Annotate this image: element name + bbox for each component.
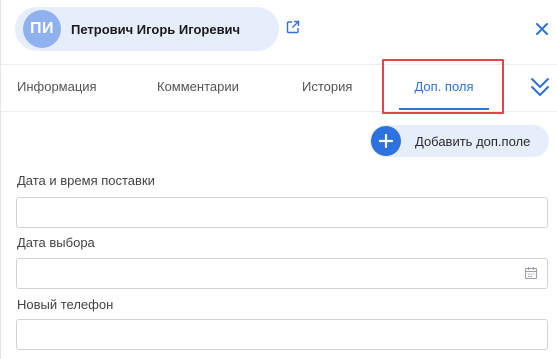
calendar-icon[interactable] (524, 266, 538, 280)
avatar: ПИ (23, 10, 61, 48)
plus-icon (371, 126, 401, 156)
contact-chip[interactable]: ПИ Петрович Игорь Игоревич (15, 7, 279, 51)
close-icon[interactable] (534, 21, 550, 37)
new-phone-label: Новый телефон (17, 297, 114, 312)
active-tab-indicator (399, 108, 489, 110)
tab-extra-fields[interactable]: Доп. поля (399, 65, 489, 111)
card-header: ПИ Петрович Игорь Игоревич (1, 0, 557, 64)
selection-date-input[interactable] (16, 258, 548, 289)
delivery-datetime-input[interactable] (16, 197, 548, 228)
delivery-datetime-label: Дата и время поставки (17, 173, 155, 188)
selection-date-label: Дата выбора (17, 235, 95, 250)
tab-information[interactable]: Информация (17, 65, 97, 111)
contact-card-panel: ПИ Петрович Игорь Игоревич Информация Ко… (0, 0, 557, 359)
tab-comments[interactable]: Комментарии (157, 65, 239, 111)
contact-name: Петрович Игорь Игоревич (71, 21, 241, 37)
tab-history[interactable]: История (302, 65, 352, 111)
chevron-double-down-icon[interactable] (528, 75, 552, 99)
external-link-icon[interactable] (286, 20, 300, 34)
add-extra-field-button[interactable]: Добавить доп.поле (370, 125, 549, 157)
new-phone-input[interactable] (16, 319, 548, 350)
add-extra-field-label: Добавить доп.поле (415, 133, 531, 149)
tab-bar: Информация Комментарии История Доп. поля (1, 59, 557, 114)
